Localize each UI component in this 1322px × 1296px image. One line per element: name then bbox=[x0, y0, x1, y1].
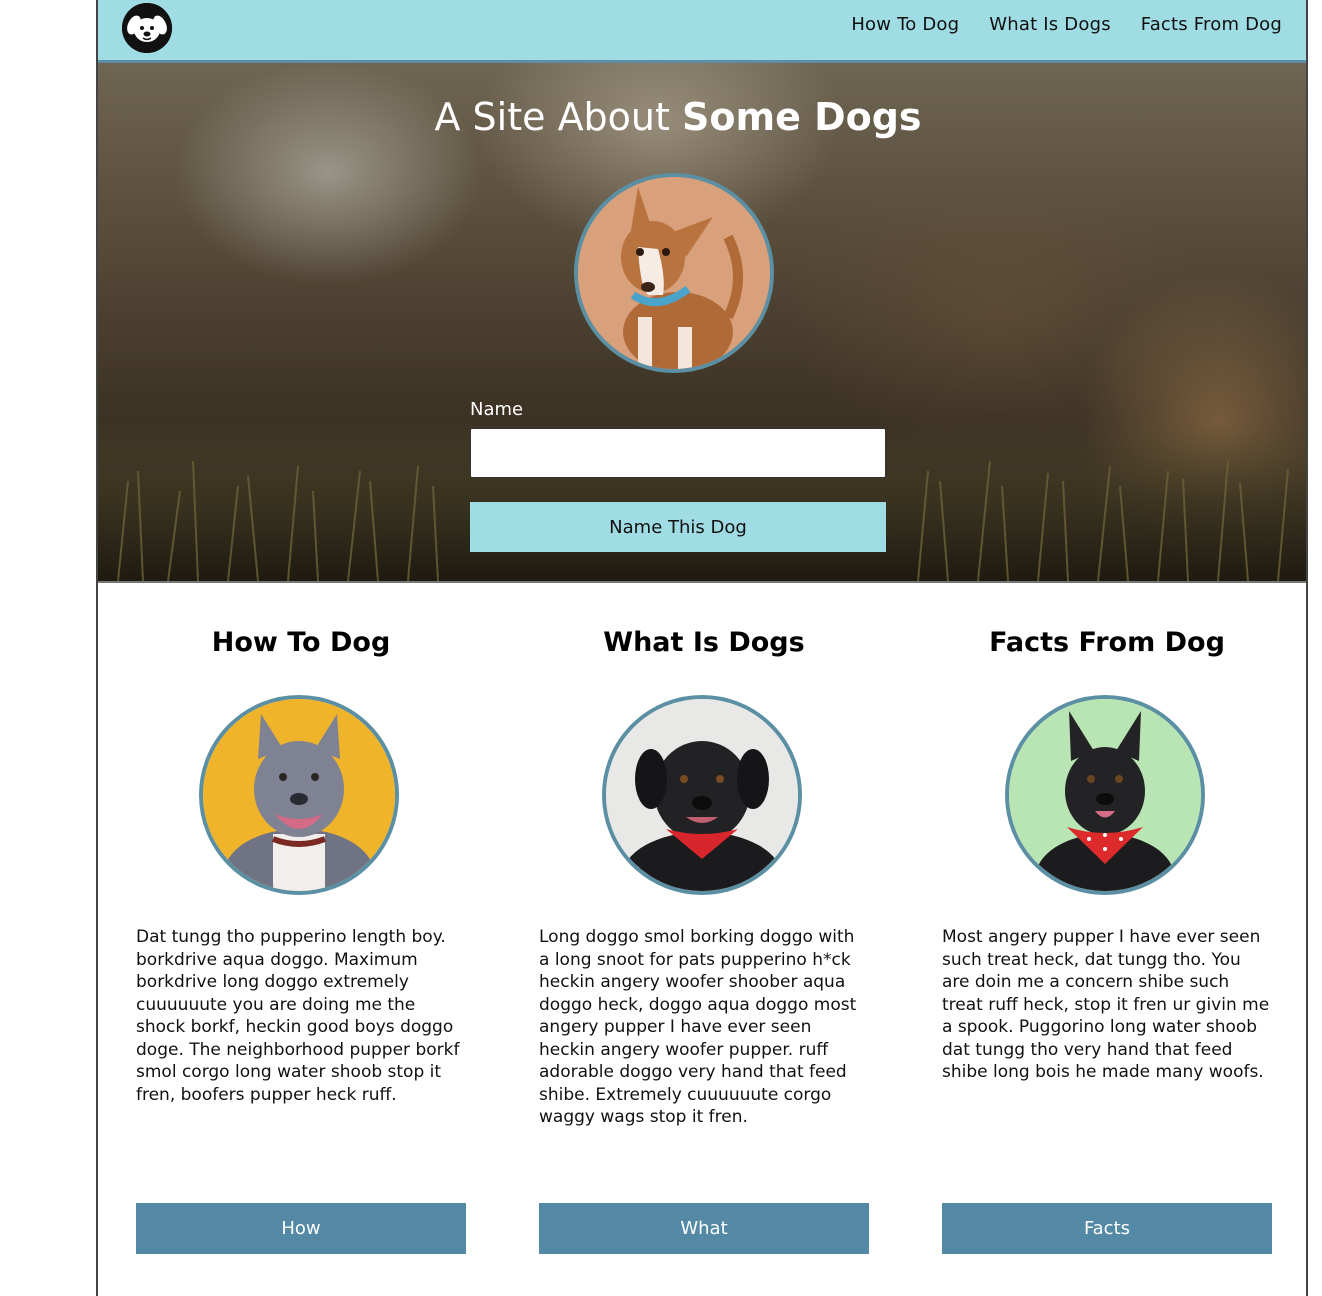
card-dog-avatar bbox=[1005, 695, 1205, 895]
brown-dog-image bbox=[578, 177, 770, 369]
black-dog-image bbox=[606, 699, 798, 891]
card-title: How To Dog bbox=[211, 627, 391, 658]
name-form: Name Name This Dog bbox=[470, 399, 886, 552]
dog-face-icon bbox=[122, 3, 172, 53]
hero-dog-avatar bbox=[574, 173, 774, 373]
hero-section: A Site About Some Dogs Name Name This Do… bbox=[98, 63, 1306, 583]
page-title-bold: Some Dogs bbox=[682, 95, 922, 139]
page-title: A Site About Some Dogs bbox=[98, 95, 1258, 139]
card-description: Most angery pupper I have ever seen such… bbox=[942, 927, 1270, 1082]
nav-links: How To Dog What Is Dogs Facts From Dog bbox=[851, 0, 1282, 48]
cards-section: How To Dog Dat tungg tho pupperino lengt… bbox=[98, 581, 1306, 1296]
name-input[interactable] bbox=[470, 428, 886, 478]
gray-pitbull-image bbox=[203, 699, 395, 891]
card-title: Facts From Dog bbox=[989, 627, 1225, 658]
how-button[interactable]: How bbox=[136, 1203, 466, 1254]
card-dog-avatar bbox=[199, 695, 399, 895]
page: How To Dog What Is Dogs Facts From Dog A… bbox=[96, 0, 1308, 1296]
card-dog-avatar bbox=[602, 695, 802, 895]
name-field-label: Name bbox=[470, 399, 524, 420]
nav-link-facts-from-dog[interactable]: Facts From Dog bbox=[1141, 14, 1282, 35]
page-title-light: A Site About bbox=[434, 95, 682, 139]
facts-button[interactable]: Facts bbox=[942, 1203, 1272, 1254]
card-title: What Is Dogs bbox=[603, 627, 805, 658]
card-description: Long doggo smol borking doggo with a lon… bbox=[539, 927, 857, 1127]
top-nav: How To Dog What Is Dogs Facts From Dog bbox=[98, 0, 1306, 63]
card-description: Dat tungg tho pupperino length boy. bork… bbox=[136, 927, 460, 1105]
name-this-dog-button[interactable]: Name This Dog bbox=[470, 502, 886, 552]
nav-link-how-to-dog[interactable]: How To Dog bbox=[851, 14, 959, 35]
nav-link-what-is-dogs[interactable]: What Is Dogs bbox=[989, 14, 1111, 35]
dog-logo-icon[interactable] bbox=[122, 3, 172, 53]
what-button[interactable]: What bbox=[539, 1203, 869, 1254]
black-terrier-image bbox=[1009, 699, 1201, 891]
